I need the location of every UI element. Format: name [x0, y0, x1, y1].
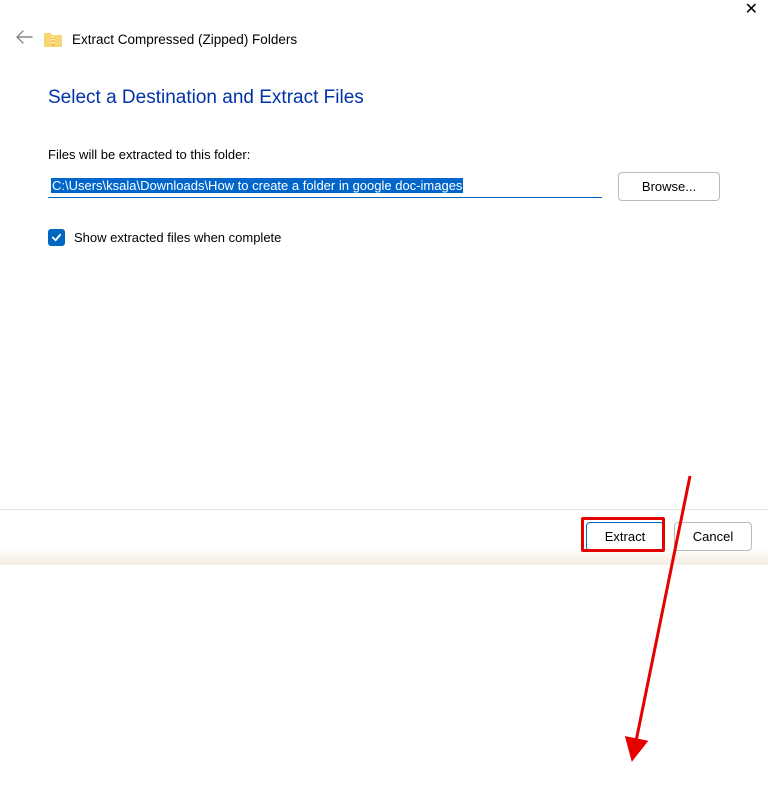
show-extracted-checkbox-row: Show extracted files when complete — [48, 229, 720, 246]
page-heading: Select a Destination and Extract Files — [48, 87, 720, 109]
wizard-title: Extract Compressed (Zipped) Folders — [72, 32, 297, 47]
destination-row: C:\Users\ksala\Downloads\How to create a… — [48, 172, 720, 201]
cancel-button[interactable]: Cancel — [674, 522, 752, 551]
show-extracted-checkbox[interactable] — [48, 229, 65, 246]
show-extracted-label: Show extracted files when complete — [74, 230, 281, 245]
extract-button[interactable]: Extract — [586, 522, 664, 551]
destination-path-input[interactable]: C:\Users\ksala\Downloads\How to create a… — [48, 176, 602, 198]
background-blur — [0, 549, 768, 565]
back-arrow-icon[interactable] — [14, 30, 34, 49]
close-icon[interactable]: ✕ — [745, 2, 758, 18]
wizard-content: Select a Destination and Extract Files F… — [0, 49, 768, 246]
wizard-header: Extract Compressed (Zipped) Folders — [0, 0, 768, 49]
wizard-footer: Extract Cancel — [0, 509, 768, 551]
destination-label: Files will be extracted to this folder: — [48, 147, 720, 162]
browse-button[interactable]: Browse... — [618, 172, 720, 201]
zipped-folder-icon — [44, 33, 62, 47]
destination-path-text: C:\Users\ksala\Downloads\How to create a… — [51, 178, 463, 193]
